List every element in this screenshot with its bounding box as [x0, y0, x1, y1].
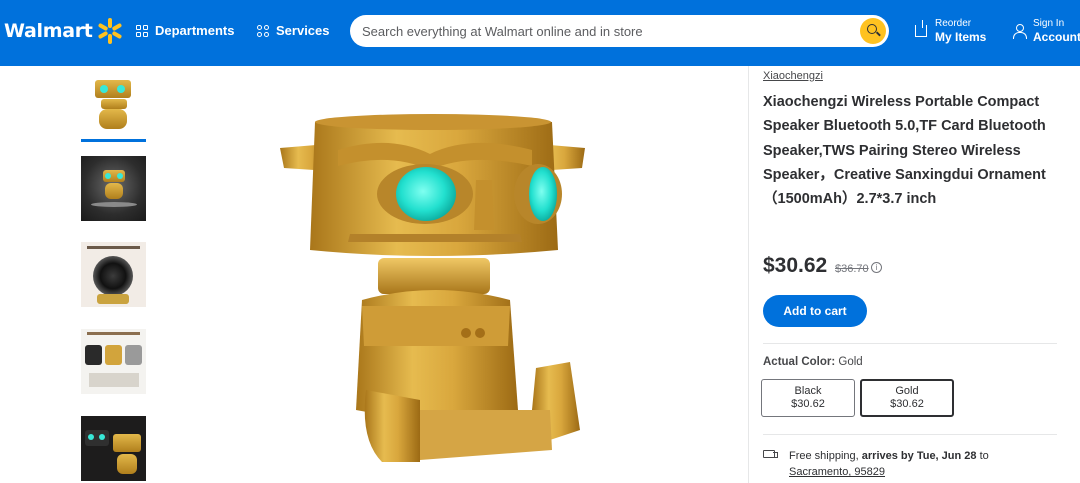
user-icon	[1013, 24, 1027, 39]
reorder-icon	[915, 20, 927, 37]
divider	[763, 434, 1057, 435]
top-header: Walmart Departments Services Reorder My …	[0, 0, 1080, 66]
grid-icon	[136, 24, 148, 37]
was-price: $36.70	[835, 263, 869, 275]
shipping-arrival: arrives by Tue, Jun 28	[861, 450, 977, 462]
sign-in-account[interactable]: Sign In Account	[1013, 18, 1080, 44]
reorder-small-label: Reorder	[935, 18, 972, 29]
logo-text: Walmart	[4, 20, 93, 42]
reorder-my-items[interactable]: Reorder My Items	[915, 18, 986, 44]
current-price: $30.62	[763, 254, 828, 277]
reorder-big-label: My Items	[935, 30, 987, 44]
option-name: Gold	[895, 385, 919, 397]
services-icon	[257, 24, 269, 37]
thumbnail-1[interactable]	[81, 72, 146, 137]
brand-link[interactable]: Xiaochengzi	[763, 70, 823, 82]
shipping-to: to	[979, 450, 989, 462]
selected-thumbnail-indicator	[81, 139, 146, 142]
walmart-logo[interactable]: Walmart	[4, 18, 123, 44]
product-title: Xiaochengzi Wireless Portable Compact Sp…	[763, 94, 1046, 208]
signin-small-label: Sign In	[1033, 18, 1065, 29]
color-value: Gold	[838, 356, 863, 368]
color-label: Actual Color: Gold	[763, 356, 863, 368]
color-option-gold[interactable]: Gold $30.62	[860, 379, 954, 417]
thumbnail-3[interactable]	[81, 242, 146, 307]
shipping-info: Free shipping, arrives by Tue, Jun 28 to…	[789, 448, 1029, 480]
services-label: Services	[276, 23, 330, 38]
truck-icon	[763, 450, 778, 458]
spark-icon	[97, 18, 123, 44]
search-icon[interactable]	[860, 18, 886, 44]
search-input[interactable]	[362, 15, 852, 47]
services-button[interactable]: Services	[257, 23, 330, 38]
divider	[763, 343, 1057, 344]
departments-label: Departments	[155, 23, 235, 38]
departments-button[interactable]: Departments	[136, 23, 234, 38]
option-name: Black	[794, 385, 822, 397]
shipping-location-link[interactable]: Sacramento, 95829	[789, 466, 885, 478]
option-price: $30.62	[791, 398, 825, 410]
thumbnail-5[interactable]	[81, 416, 146, 481]
color-label-prefix: Actual Color:	[763, 356, 836, 368]
add-to-cart-button[interactable]: Add to cart	[763, 295, 867, 327]
shipping-prefix: Free shipping,	[789, 450, 859, 462]
main-product-image[interactable]	[270, 110, 595, 470]
search-bar	[350, 15, 889, 47]
info-icon[interactable]: i	[871, 262, 882, 273]
product-info-panel: Xiaochengzi Xiaochengzi Wireless Portabl…	[748, 66, 1080, 483]
color-option-black[interactable]: Black $30.62	[761, 379, 855, 417]
thumbnail-4[interactable]	[81, 329, 146, 394]
thumbnail-2[interactable]	[81, 156, 146, 221]
signin-big-label: Account	[1033, 30, 1080, 44]
option-price: $30.62	[890, 398, 924, 410]
